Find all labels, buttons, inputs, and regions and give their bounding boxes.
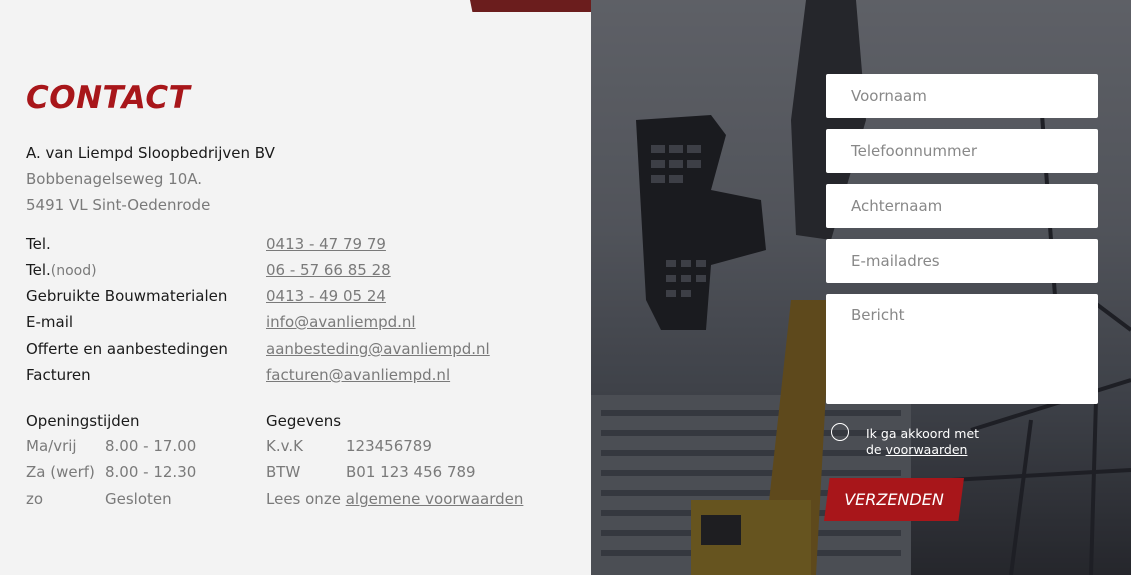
details-key-kvk: K.v.K (266, 437, 303, 455)
hours-time: Gesloten (105, 490, 172, 508)
first-name-input[interactable]: Voornaam (826, 74, 1098, 118)
contact-label-email: E-mail (26, 313, 74, 331)
contact-label-materials: Gebruikte Bouwmaterialen (26, 287, 228, 305)
details-title: Gegevens (266, 412, 342, 430)
address-city: 5491 VL Sint-Oedenrode (26, 196, 211, 214)
terms-agree-link[interactable]: voorwaarden (886, 442, 968, 457)
contact-label-tenders: Offerte en aanbestedingen (26, 340, 228, 358)
email-link[interactable]: info@avanliempd.nl (266, 313, 416, 331)
hours-time: 8.00 - 12.30 (105, 463, 197, 481)
agree-label: Ik ga akkoord met de voorwaarden (866, 426, 979, 458)
agree-checkbox[interactable] (831, 423, 849, 441)
phone-input[interactable]: Telefoonnummer (826, 129, 1098, 173)
hours-time: 8.00 - 17.00 (105, 437, 197, 455)
tenders-email-link[interactable]: aanbesteding@avanliempd.nl (266, 340, 490, 358)
hours-day: zo (26, 490, 44, 508)
details-value-btw: B01 123 456 789 (346, 463, 476, 481)
company-name: A. van Liempd Sloopbedrijven BV (26, 144, 275, 162)
email-input[interactable]: E-mailadres (826, 239, 1098, 283)
message-textarea[interactable]: Bericht (826, 294, 1098, 404)
contact-panel: CONTACT A. van Liempd Sloopbedrijven BV … (0, 0, 591, 575)
contact-label-invoices: Facturen (26, 366, 91, 384)
submit-button[interactable]: VERZENDEN (824, 478, 964, 521)
terms-line: Lees onze algemene voorwaarden (266, 490, 523, 508)
address-street: Bobbenagelseweg 10A. (26, 170, 203, 188)
contact-label-sub: (nood) (50, 263, 97, 279)
contact-title: CONTACT (26, 80, 191, 116)
hours-title: Openingstijden (26, 412, 140, 430)
emergency-phone-link[interactable]: 06 - 57 66 85 28 (266, 261, 391, 279)
contact-label-tel: Tel. (26, 235, 51, 253)
hours-day: Za (werf) (26, 463, 95, 481)
hours-day: Ma/vrij (26, 437, 77, 455)
last-name-input[interactable]: Achternaam (826, 184, 1098, 228)
agree-prefix: de (866, 442, 882, 457)
terms-prefix: Lees onze (266, 490, 341, 508)
details-key-btw: BTW (266, 463, 301, 481)
terms-link[interactable]: algemene voorwaarden (346, 490, 524, 508)
details-value-kvk: 123456789 (346, 437, 432, 455)
agree-text: Ik ga akkoord met (866, 426, 980, 441)
phone-link[interactable]: 0413 - 47 79 79 (266, 235, 386, 253)
contact-label-text: Tel. (26, 261, 51, 279)
agree-line-2: de voorwaarden (866, 442, 979, 458)
invoices-email-link[interactable]: facturen@avanliempd.nl (266, 366, 450, 384)
materials-phone-link[interactable]: 0413 - 49 05 24 (266, 287, 386, 305)
contact-label-tel-emergency: Tel.(nood) (26, 261, 97, 279)
